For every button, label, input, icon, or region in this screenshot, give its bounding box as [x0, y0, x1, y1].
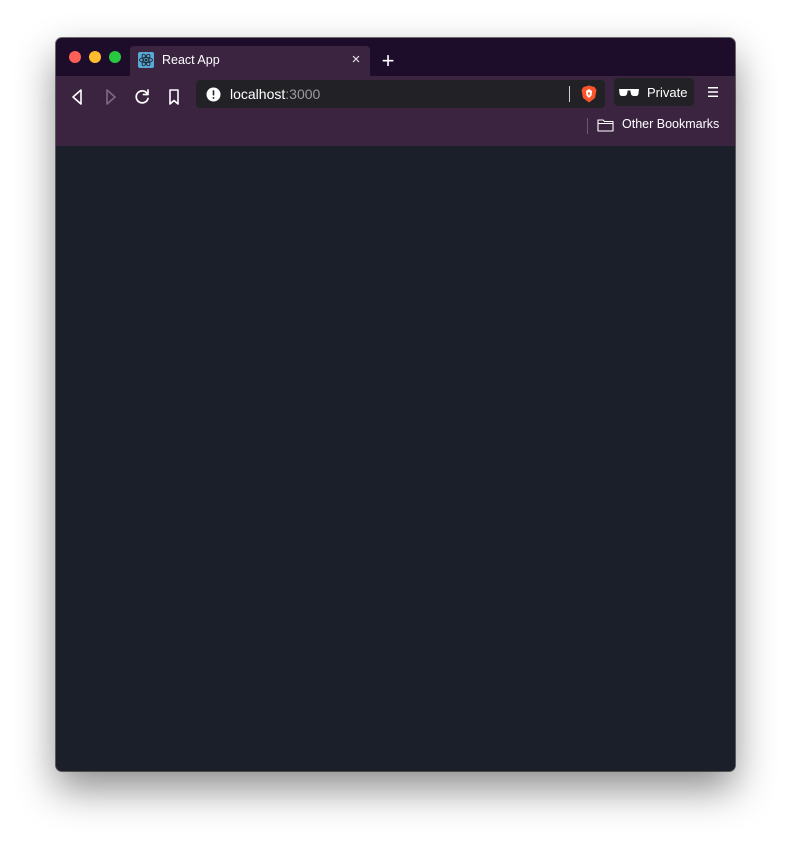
url-divider: [569, 86, 570, 102]
back-arrow-icon: [72, 89, 82, 105]
hamburger-icon: [708, 87, 718, 97]
glasses-icon: [618, 86, 640, 98]
site-info-icon[interactable]: [206, 87, 221, 102]
folder-icon: [597, 118, 614, 132]
bookmark-button[interactable]: [162, 85, 186, 109]
maximize-window-button[interactable]: [109, 51, 121, 63]
url-text[interactable]: localhost:3000: [230, 86, 320, 102]
menu-button[interactable]: [706, 85, 720, 99]
reload-button[interactable]: [130, 85, 154, 109]
bookmark-icon: [169, 89, 179, 105]
tab-react-app[interactable]: React App ×: [130, 46, 370, 76]
browser-window: React App × + localhost:3000 Private Oth…: [56, 38, 735, 771]
title-bar: React App × +: [56, 38, 735, 76]
address-bar[interactable]: localhost:3000: [196, 80, 605, 108]
url-host: localhost: [230, 86, 286, 102]
react-logo-icon: [138, 52, 154, 68]
new-tab-button[interactable]: +: [378, 50, 398, 72]
forward-arrow-icon: [106, 89, 116, 105]
url-port: :3000: [285, 86, 321, 102]
bookmarks-divider: [587, 118, 588, 134]
close-window-button[interactable]: [69, 51, 81, 63]
back-button[interactable]: [66, 85, 90, 109]
private-window-badge[interactable]: Private: [614, 78, 694, 106]
minimize-window-button[interactable]: [89, 51, 101, 63]
reload-icon: [135, 89, 149, 104]
toolbar: localhost:3000 Private Other Bookmarks: [56, 76, 735, 146]
page-content: [56, 146, 735, 771]
brave-shields-icon[interactable]: [579, 84, 599, 104]
forward-button[interactable]: [98, 85, 122, 109]
private-label: Private: [647, 85, 688, 100]
tab-title: React App: [162, 53, 220, 67]
close-tab-icon[interactable]: ×: [348, 52, 364, 68]
bookmark-folder-label: Other Bookmarks: [622, 117, 720, 131]
